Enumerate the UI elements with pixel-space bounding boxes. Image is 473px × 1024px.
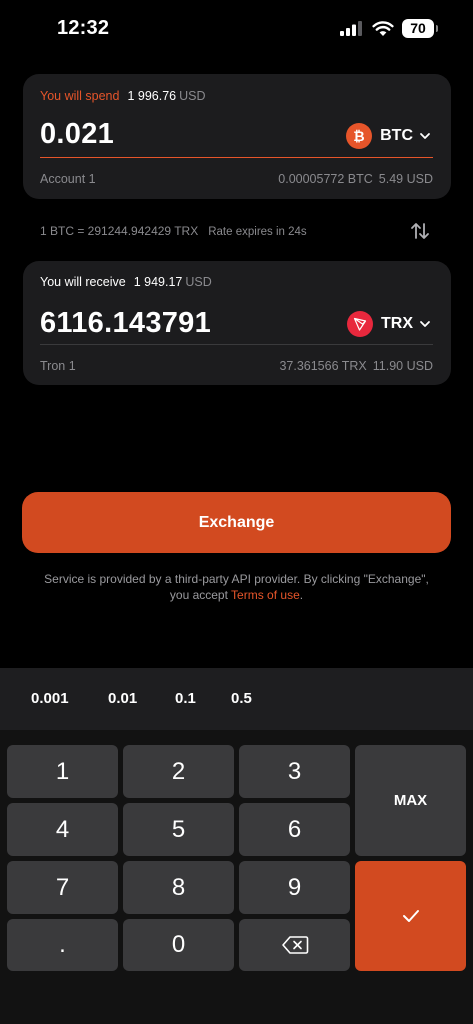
- exchange-rate: 1 BTC = 291244.942429 TRX: [40, 224, 199, 238]
- max-key[interactable]: MAX: [355, 745, 466, 856]
- spend-currency-selector[interactable]: ₿ BTC: [346, 122, 431, 150]
- keyboard-area: 0.001 0.01 0.1 0.5 1 2 3 MAX 4 5 6 7 8 9…: [0, 668, 473, 1024]
- spend-label: You will spend: [40, 89, 120, 103]
- backspace-key[interactable]: [239, 919, 350, 971]
- key-1[interactable]: 1: [7, 745, 118, 798]
- spend-input-underline: [40, 157, 433, 158]
- exchange-rate-row: 1 BTC = 291244.942429 TRX Rate expires in…: [40, 224, 307, 238]
- receive-account: Tron 1: [40, 359, 76, 373]
- svg-text:₿: ₿: [353, 128, 364, 144]
- numeric-keypad: 1 2 3 MAX 4 5 6 7 8 9 . 0: [0, 730, 473, 1024]
- spend-balance: 0.00005772 BTC 5.49 USD: [278, 172, 433, 186]
- key-2[interactable]: 2: [123, 745, 234, 798]
- status-time: 12:32: [57, 17, 110, 39]
- receive-fiat-currency: USD: [185, 275, 212, 289]
- key-5[interactable]: 5: [123, 803, 234, 856]
- chevron-down-icon: [420, 321, 430, 327]
- receive-label-row: You will receive 1 949.17 USD: [40, 275, 212, 289]
- terms-of-use-link[interactable]: Terms of use: [231, 588, 300, 602]
- disclaimer-suffix: .: [299, 588, 304, 602]
- disclaimer: Service is provided by a third-party API…: [20, 571, 453, 603]
- battery-level: 70: [410, 20, 426, 36]
- spend-currency-code: BTC: [380, 127, 413, 144]
- disclaimer-line-1: Service is provided by a third-party API…: [44, 572, 429, 586]
- preset-0-01[interactable]: 0.01: [108, 690, 137, 707]
- backspace-icon: [281, 936, 308, 954]
- tron-icon: [347, 311, 373, 337]
- disclaimer-line-2: you accept Terms of use.: [20, 587, 453, 603]
- spend-fiat-currency: USD: [179, 89, 206, 103]
- key-9[interactable]: 9: [239, 861, 350, 914]
- spend-fiat-amount: 1 996.76: [127, 89, 177, 103]
- cellular-signal-icon: [340, 21, 362, 36]
- receive-fiat-amount: 1 949.17: [133, 275, 183, 289]
- confirm-key[interactable]: [355, 861, 466, 971]
- receive-balance-fiat: 11.90 USD: [372, 359, 433, 373]
- key-6[interactable]: 6: [239, 803, 350, 856]
- key-dot[interactable]: .: [7, 919, 118, 971]
- swap-arrows-icon[interactable]: [408, 219, 432, 243]
- receive-divider: [40, 344, 433, 345]
- preset-0-1[interactable]: 0.1: [175, 690, 196, 707]
- receive-label: You will receive: [40, 275, 126, 289]
- preset-0-5[interactable]: 0.5: [231, 690, 252, 707]
- key-3[interactable]: 3: [239, 745, 350, 798]
- preset-0-001[interactable]: 0.001: [31, 690, 69, 707]
- spend-balance-fiat: 5.49 USD: [378, 172, 433, 186]
- key-0[interactable]: 0: [123, 919, 234, 971]
- bitcoin-icon: ₿: [346, 123, 373, 149]
- preset-amounts-bar: 0.001 0.01 0.1 0.5: [0, 668, 473, 730]
- battery-indicator: 70: [402, 19, 438, 38]
- key-8[interactable]: 8: [123, 861, 234, 914]
- exchange-button[interactable]: Exchange: [22, 492, 451, 553]
- receive-balance-crypto: 37.361566 TRX: [279, 359, 367, 373]
- spend-account: Account 1: [40, 172, 96, 186]
- spend-card: You will spend 1 996.76 USD 0.021 ₿ BTC Ac…: [23, 74, 451, 199]
- receive-balance: 37.361566 TRX 11.90 USD: [279, 359, 433, 373]
- disclaimer-prefix: you accept: [169, 588, 232, 602]
- receive-amount: 6116.143791: [40, 307, 212, 339]
- spend-amount-input[interactable]: 0.021: [40, 118, 114, 151]
- status-bar: 12:32 70: [0, 0, 473, 58]
- receive-currency-code: TRX: [381, 315, 413, 332]
- spend-label-row: You will spend 1 996.76 USD: [40, 89, 206, 103]
- key-7[interactable]: 7: [7, 861, 118, 914]
- wifi-icon: [372, 21, 394, 36]
- receive-card: You will receive 1 949.17 USD 6116.143791 …: [23, 261, 451, 385]
- spend-balance-crypto: 0.00005772 BTC: [278, 172, 373, 186]
- chevron-down-icon: [420, 133, 430, 139]
- rate-expiry: Rate expires in 24s: [208, 226, 307, 238]
- receive-currency-selector[interactable]: TRX: [347, 310, 431, 338]
- checkmark-icon: [402, 910, 419, 922]
- key-4[interactable]: 4: [7, 803, 118, 856]
